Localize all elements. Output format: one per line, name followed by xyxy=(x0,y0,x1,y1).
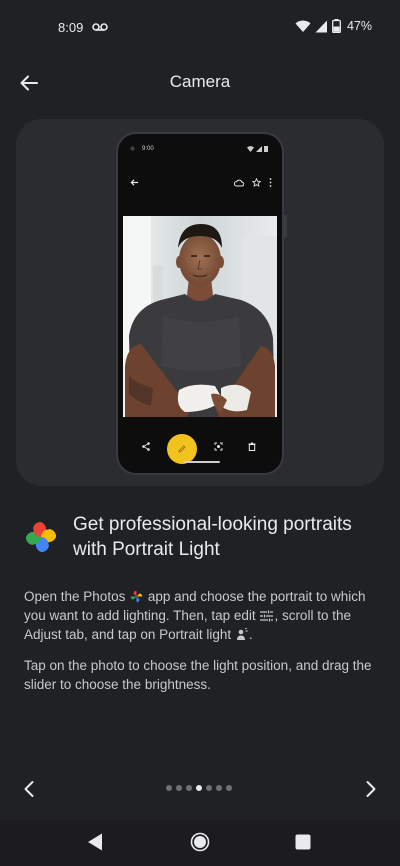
signal-icon xyxy=(315,20,327,32)
nav-back-icon[interactable] xyxy=(86,832,104,852)
para1-part4: . xyxy=(248,627,253,642)
next-page-button[interactable] xyxy=(358,776,384,802)
previous-page-button[interactable] xyxy=(16,776,42,802)
page-indicator xyxy=(166,785,232,791)
para1-part1: Open the Photos xyxy=(24,589,126,604)
status-time: 8:09 xyxy=(58,20,84,35)
phone-side-button xyxy=(284,215,287,237)
phone-tool-icons xyxy=(234,178,272,187)
page-title: Camera xyxy=(169,72,231,91)
instructions-paragraph-2: Tap on the photo to choose the light pos… xyxy=(24,658,372,692)
mini-wifi-icon xyxy=(247,145,254,152)
status-bar: 8:09 47% xyxy=(0,0,400,56)
phone-mockup: 9:00 xyxy=(116,132,284,475)
chevron-left-icon xyxy=(24,781,34,797)
illustration-card: 9:00 xyxy=(16,119,384,486)
back-icon xyxy=(130,179,139,186)
portrait-image xyxy=(123,216,277,417)
mini-battery-icon xyxy=(264,146,268,152)
page-dot xyxy=(226,785,232,791)
page-dot xyxy=(216,785,222,791)
app-bar: Camera xyxy=(0,56,400,108)
cloud-icon xyxy=(234,179,244,186)
phone-status-bar: 9:00 xyxy=(130,144,270,156)
phone-status-icons xyxy=(247,145,268,152)
page-dot xyxy=(166,785,172,791)
phone-bottom-bar xyxy=(118,434,282,470)
battery-percentage: 47% xyxy=(346,19,372,33)
chevron-right-icon xyxy=(366,781,376,797)
nav-recents-icon[interactable] xyxy=(295,834,311,850)
camera-dot-icon xyxy=(130,146,135,151)
page-dot xyxy=(176,785,182,791)
instructions-paragraph-1: Open the Photos app and choose the portr… xyxy=(24,587,380,644)
page-dot xyxy=(186,785,192,791)
system-nav-bar xyxy=(0,820,400,866)
phone-status-time: 9:00 xyxy=(142,146,154,152)
star-icon xyxy=(252,178,261,187)
mini-signal-icon xyxy=(256,145,262,152)
page-dot xyxy=(196,785,202,791)
lens-icon xyxy=(214,442,223,451)
phone-toolbar xyxy=(128,178,272,192)
voicemail-icon xyxy=(92,23,108,31)
battery-icon xyxy=(332,19,341,33)
edit-icon xyxy=(178,445,186,453)
portrait-photo xyxy=(123,216,277,417)
page-dot xyxy=(206,785,212,791)
more-icon xyxy=(269,178,272,187)
feature-title: Get professional-looking portraits with … xyxy=(73,514,352,560)
edit-fab xyxy=(167,434,197,464)
wifi-icon xyxy=(295,20,311,32)
nav-home-icon[interactable] xyxy=(190,832,210,852)
selection-underline xyxy=(184,461,220,463)
edit-tune-icon xyxy=(260,610,274,622)
status-icons: 47% xyxy=(295,19,372,33)
google-photos-icon xyxy=(25,521,57,553)
photos-app-icon xyxy=(130,590,143,603)
share-icon xyxy=(142,442,150,451)
portrait-light-icon xyxy=(236,628,248,640)
trash-icon xyxy=(248,442,256,451)
